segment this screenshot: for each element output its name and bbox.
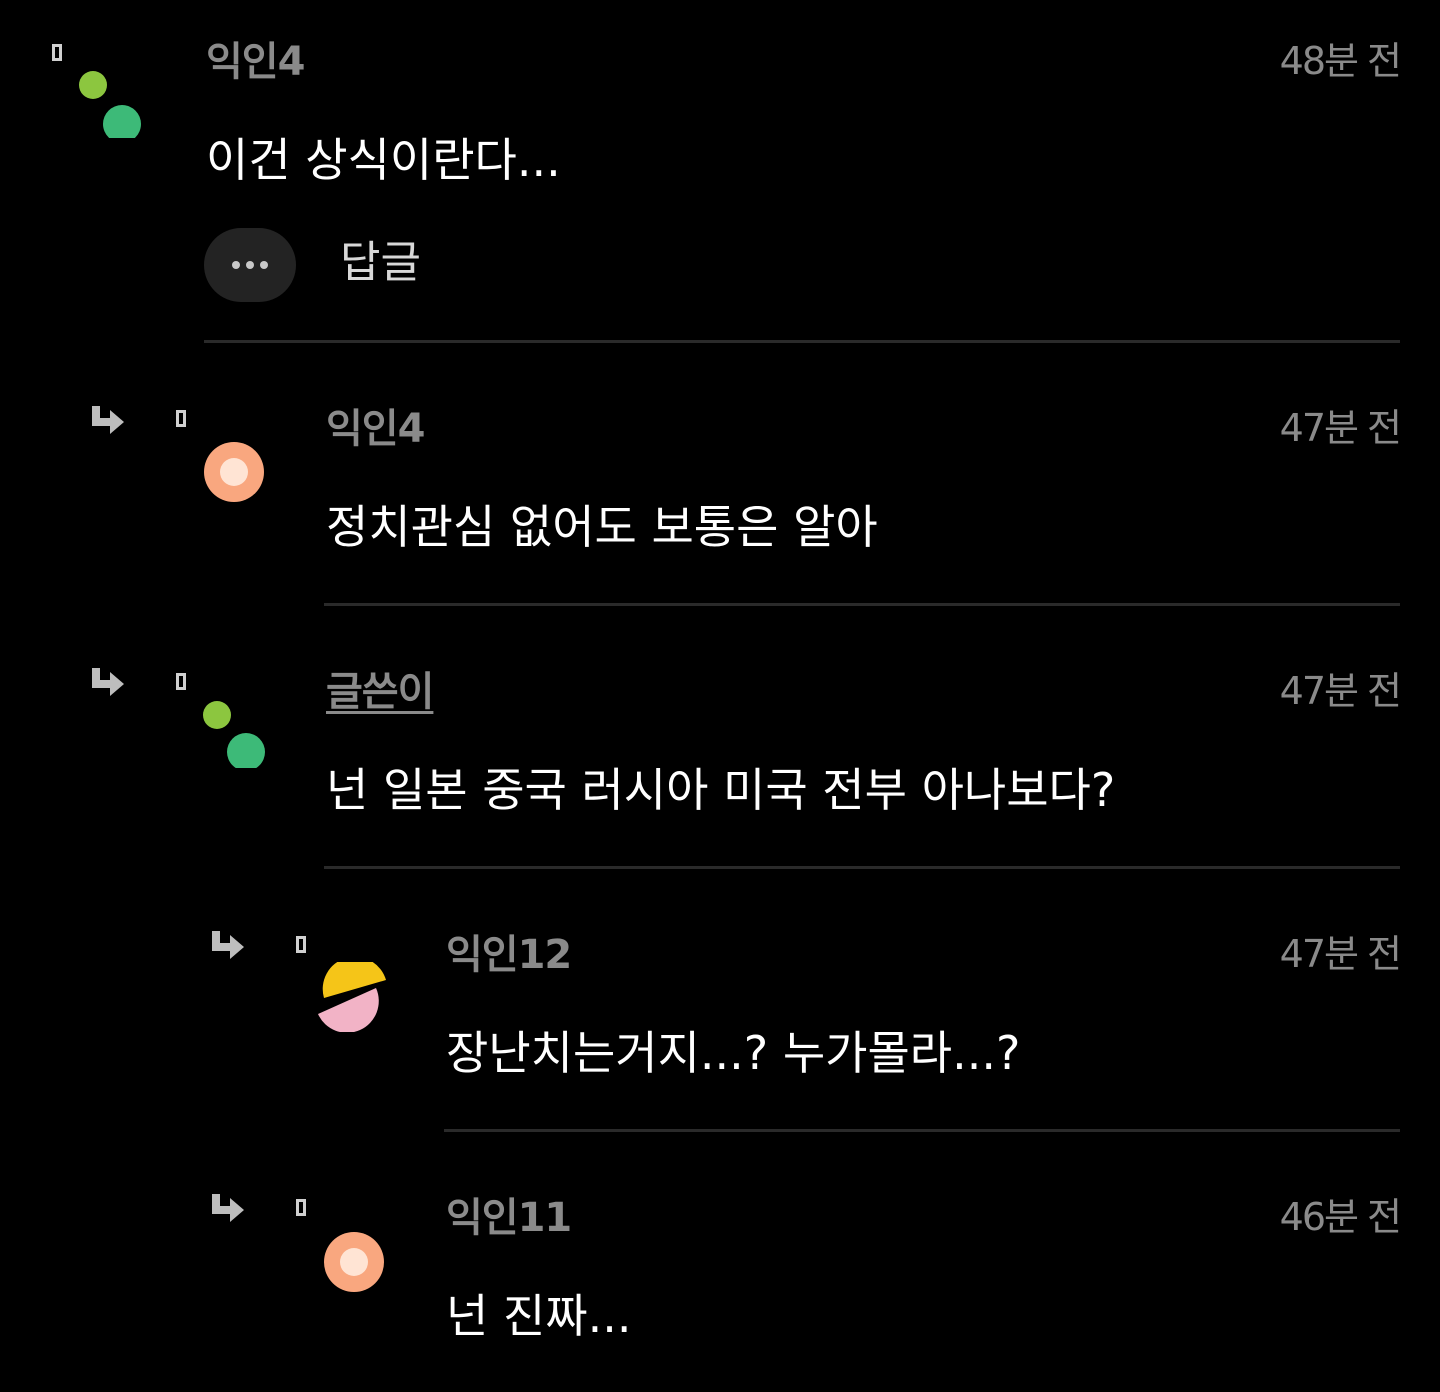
comment-timestamp: 46분 전 [1279, 1195, 1402, 1239]
comment-timestamp: 47분 전 [1279, 406, 1402, 450]
avatar-green-dots-icon[interactable] [76, 68, 146, 138]
comment-author[interactable]: 익인12 [446, 931, 572, 979]
comment-marker-icon [296, 936, 306, 953]
comment-text: 정치관심 없어도 보통은 알아 [326, 500, 878, 554]
comment-author[interactable]: 익인11 [446, 1194, 572, 1242]
comment-divider [324, 866, 1400, 869]
avatar-orange-ring-icon[interactable] [199, 437, 269, 507]
ellipsis-icon [232, 261, 268, 269]
comment-author[interactable]: 익인4 [206, 38, 305, 86]
comment-item: 익인4 48분 전 이건 상식이란다... 답글 [0, 0, 1440, 345]
comment-divider [444, 1129, 1400, 1132]
comment-marker-icon [296, 1199, 306, 1216]
reply-arrow-icon [212, 931, 244, 959]
comment-author[interactable]: 익인4 [326, 405, 425, 453]
comment-author-op[interactable]: 글쓴이 [326, 668, 434, 716]
comment-text: 이건 상식이란다... [206, 133, 561, 187]
reply-arrow-icon [92, 406, 124, 434]
avatar-orange-ring-icon[interactable] [319, 1227, 389, 1297]
reply-arrow-icon [212, 1194, 244, 1222]
reply-arrow-icon [92, 668, 124, 696]
comment-divider [324, 603, 1400, 606]
comment-timestamp: 47분 전 [1279, 669, 1402, 713]
comment-timestamp: 48분 전 [1279, 39, 1402, 83]
comment-text: 넌 진짜... [446, 1289, 632, 1343]
more-options-button[interactable] [204, 228, 296, 302]
comment-marker-icon [52, 44, 62, 61]
avatar-yellow-pink-split-icon[interactable] [316, 962, 386, 1032]
comment-marker-icon [176, 673, 186, 690]
comment-divider [204, 340, 1400, 343]
comment-text: 넌 일본 중국 러시아 미국 전부 아나보다? [326, 763, 1116, 817]
reply-button[interactable]: 답글 [340, 236, 421, 290]
comment-text: 장난치는거지...? 누가몰라...? [446, 1026, 1021, 1080]
comment-timestamp: 47분 전 [1279, 932, 1402, 976]
avatar-green-dots-icon[interactable] [200, 698, 270, 768]
comment-marker-icon [176, 410, 186, 427]
